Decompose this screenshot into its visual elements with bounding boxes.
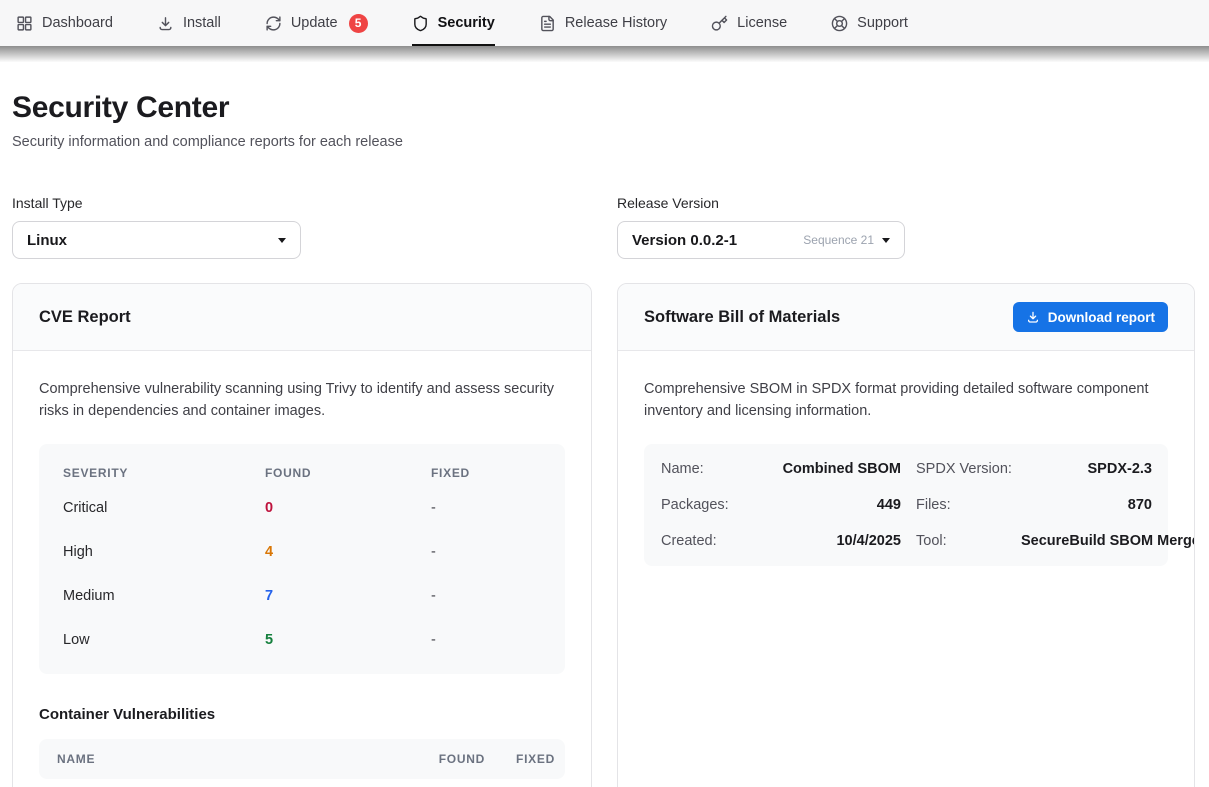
nav-item-release-history[interactable]: Release History	[539, 0, 667, 46]
page-subtitle: Security information and compliance repo…	[12, 134, 1197, 150]
chevron-down-icon	[882, 238, 890, 243]
security-center-page: Security Center Security information and…	[0, 91, 1209, 787]
shield-icon	[412, 15, 429, 32]
download-icon	[1026, 310, 1040, 324]
detail-label: Tool:	[901, 533, 1021, 549]
nav-item-license[interactable]: License	[711, 0, 787, 46]
severity-table-header: SEVERITY FOUND FIXED	[39, 452, 565, 486]
nav-item-install[interactable]: Install	[157, 0, 221, 46]
detail-value: SecureBuild SBOM Merger	[1021, 533, 1195, 549]
sbom-details-table: Name: Combined SBOM SPDX Version: SPDX-2…	[644, 444, 1168, 566]
chevron-down-icon	[278, 238, 286, 243]
cards-row: CVE Report Comprehensive vulnerability s…	[12, 283, 1197, 787]
column-header-fixed: FIXED	[431, 466, 541, 480]
install-type-select[interactable]: Linux	[12, 221, 301, 259]
nav-item-update[interactable]: Update 5	[265, 0, 368, 46]
download-report-button[interactable]: Download report	[1013, 302, 1168, 332]
sbom-card: Software Bill of Materials Download repo…	[617, 283, 1195, 787]
container-vulnerabilities-title: Container Vulnerabilities	[39, 706, 565, 723]
severity-name: High	[63, 544, 265, 560]
release-version-select[interactable]: Version 0.0.2-1 Sequence 21	[617, 221, 905, 259]
nav-label: Install	[183, 15, 221, 31]
table-row-medium: Medium 7 -	[39, 574, 565, 618]
top-navigation: Dashboard Install Update 5 Security Rele…	[0, 0, 1209, 46]
refresh-icon	[265, 15, 282, 32]
sbom-description: Comprehensive SBOM in SPDX format provid…	[644, 379, 1168, 422]
cve-report-description: Comprehensive vulnerability scanning usi…	[39, 379, 565, 422]
cve-report-title: CVE Report	[39, 308, 131, 327]
column-header-found: FOUND	[423, 752, 485, 766]
install-type-filter: Install Type Linux	[12, 195, 301, 259]
sequence-tag: Sequence 21	[803, 233, 874, 247]
document-icon	[539, 15, 556, 32]
severity-name: Medium	[63, 588, 265, 604]
dashboard-icon	[16, 15, 33, 32]
fixed-count: -	[431, 632, 541, 648]
detail-value: 10/4/2025	[761, 533, 901, 549]
severity-table: SEVERITY FOUND FIXED Critical 0 - High 4…	[39, 444, 565, 674]
nav-item-support[interactable]: Support	[831, 0, 908, 46]
nav-label: License	[737, 15, 787, 31]
sbom-header: Software Bill of Materials Download repo…	[618, 284, 1194, 351]
download-report-label: Download report	[1048, 310, 1155, 325]
sbom-title: Software Bill of Materials	[644, 308, 840, 327]
table-row: Packages: 449 Files: 870	[661, 487, 1152, 523]
column-header-name: NAME	[57, 752, 405, 766]
detail-value: Combined SBOM	[761, 461, 901, 477]
cve-report-header: CVE Report	[13, 284, 591, 351]
detail-value: 870	[1021, 497, 1152, 513]
nav-label: Security	[438, 15, 495, 31]
detail-label: Name:	[661, 461, 761, 477]
nav-item-dashboard[interactable]: Dashboard	[16, 0, 113, 46]
cve-report-card: CVE Report Comprehensive vulnerability s…	[12, 283, 592, 787]
fixed-count: -	[431, 500, 541, 516]
severity-name: Critical	[63, 500, 265, 516]
install-type-label: Install Type	[12, 195, 301, 211]
detail-value: SPDX-2.3	[1021, 461, 1152, 477]
table-row-critical: Critical 0 -	[39, 486, 565, 530]
life-buoy-icon	[831, 15, 848, 32]
found-count: 0	[265, 500, 431, 516]
nav-item-security[interactable]: Security	[412, 0, 495, 46]
table-row: Created: 10/4/2025 Tool: SecureBuild SBO…	[661, 523, 1152, 559]
column-header-severity: SEVERITY	[63, 466, 265, 480]
table-row: Name: Combined SBOM SPDX Version: SPDX-2…	[661, 451, 1152, 487]
release-version-value: Version 0.0.2-1	[632, 232, 803, 249]
release-version-label: Release Version	[617, 195, 905, 211]
release-version-filter: Release Version Version 0.0.2-1 Sequence…	[617, 195, 905, 259]
nav-label: Update	[291, 15, 338, 31]
nav-label: Release History	[565, 15, 667, 31]
table-row-high: High 4 -	[39, 530, 565, 574]
detail-label: Created:	[661, 533, 761, 549]
found-count: 4	[265, 544, 431, 560]
download-icon	[157, 15, 174, 32]
found-count: 5	[265, 632, 431, 648]
nav-label: Dashboard	[42, 15, 113, 31]
page-top-shadow	[0, 46, 1209, 62]
fixed-count: -	[431, 588, 541, 604]
found-count: 7	[265, 588, 431, 604]
key-icon	[711, 15, 728, 32]
detail-label: Packages:	[661, 497, 761, 513]
column-header-fixed: FIXED	[503, 752, 555, 766]
cve-report-body: Comprehensive vulnerability scanning usi…	[13, 351, 591, 787]
nav-label: Support	[857, 15, 908, 31]
sbom-body: Comprehensive SBOM in SPDX format provid…	[618, 351, 1194, 594]
container-vulnerabilities-table-header: NAME FOUND FIXED	[39, 739, 565, 779]
fixed-count: -	[431, 544, 541, 560]
install-type-value: Linux	[27, 232, 270, 249]
table-row-low: Low 5 -	[39, 618, 565, 662]
filters-row: Install Type Linux Release Version Versi…	[12, 195, 1197, 259]
severity-name: Low	[63, 632, 265, 648]
page-title: Security Center	[12, 91, 1197, 125]
detail-label: SPDX Version:	[901, 461, 1021, 477]
update-count-badge: 5	[349, 14, 368, 33]
detail-label: Files:	[901, 497, 1021, 513]
column-header-found: FOUND	[265, 466, 431, 480]
detail-value: 449	[761, 497, 901, 513]
